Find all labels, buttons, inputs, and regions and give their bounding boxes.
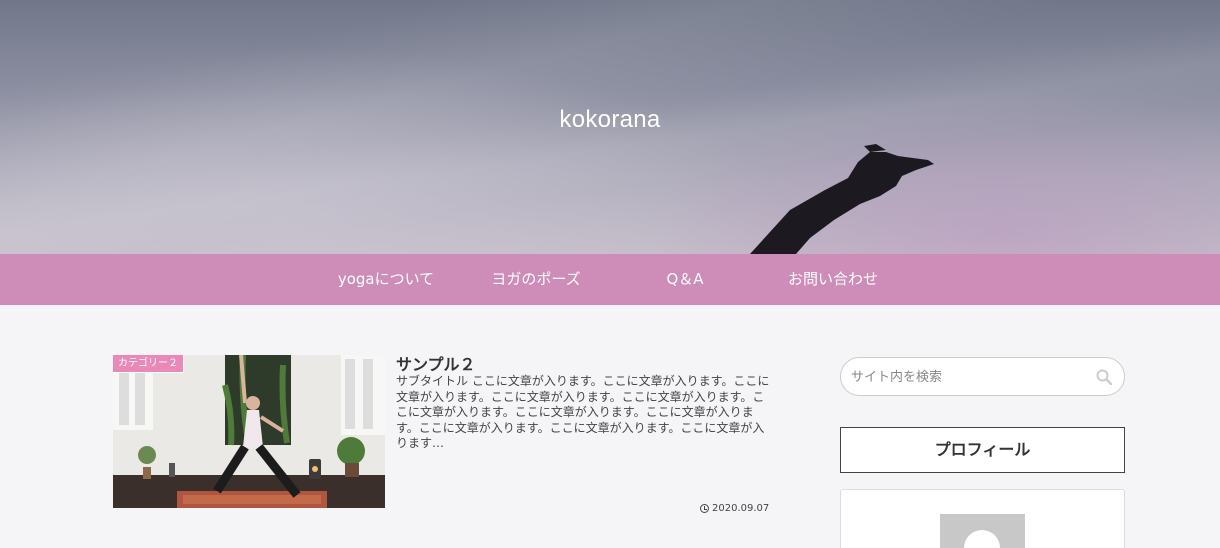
nav-item-contact[interactable]: お問い合わせ <box>773 254 893 305</box>
search-icon[interactable] <box>1096 369 1112 385</box>
clock-icon <box>700 504 709 513</box>
post-thumbnail[interactable]: カテゴリー２ <box>113 355 385 508</box>
search-form <box>840 357 1125 396</box>
hand-silhouette-image <box>750 144 934 254</box>
avatar <box>940 514 1025 548</box>
search-input[interactable] <box>851 366 1091 388</box>
post-title[interactable]: サンプル２ <box>396 351 476 375</box>
post-excerpt: サブタイトル ここに文章が入ります。ここに文章が入ります。ここに文章が入ります。… <box>396 374 770 450</box>
category-badge[interactable]: カテゴリー２ <box>113 355 184 373</box>
nav-item-about-yoga[interactable]: yogaについて <box>326 254 446 305</box>
global-nav: yogaについて ヨガのポーズ Q＆A お問い合わせ <box>0 254 1220 305</box>
yoga-photo-image <box>113 355 385 508</box>
site-title[interactable]: kokorana <box>0 106 1220 134</box>
post-date-text: 2020.09.07 <box>712 503 770 514</box>
header-hero-image: kokorana <box>0 0 1220 254</box>
nav-item-qa[interactable]: Q＆A <box>625 254 745 305</box>
profile-widget-title: プロフィール <box>840 427 1125 473</box>
nav-item-yoga-poses[interactable]: ヨガのポーズ <box>476 254 596 305</box>
post-date: 2020.09.07 <box>700 503 769 514</box>
